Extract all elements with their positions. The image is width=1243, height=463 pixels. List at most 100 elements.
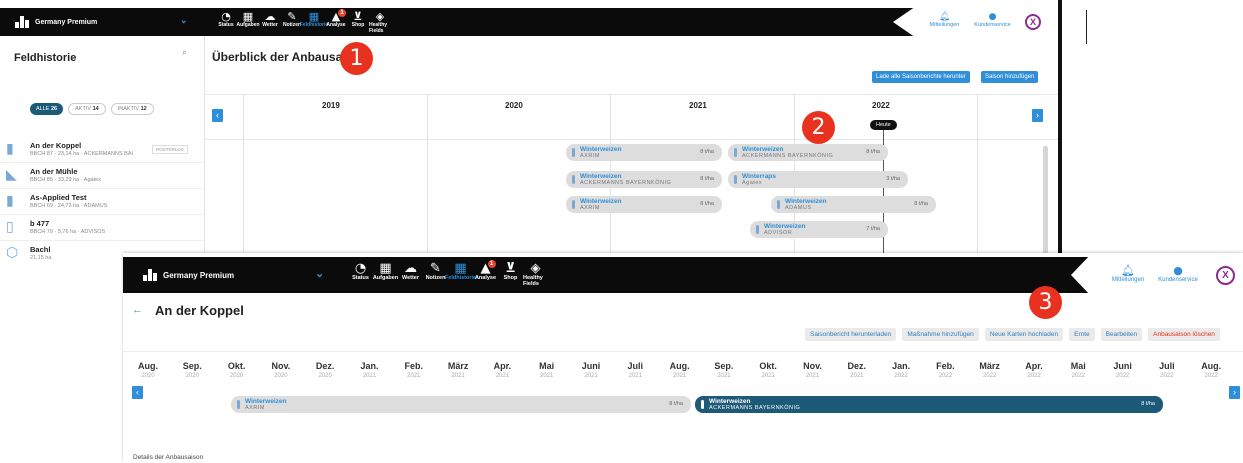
month-label: Aug. 2021: [658, 361, 702, 379]
customer-service-link[interactable]: ● Kundenservice: [970, 12, 1015, 28]
month-year: 2022: [1027, 373, 1041, 379]
month-year: 2021: [362, 373, 377, 379]
drop-icon: [572, 175, 575, 184]
calendar-icon: ▦: [242, 10, 254, 23]
filter-inactive[interactable]: INAKTIV 12: [110, 103, 154, 115]
month-label: Mai 2022: [1056, 361, 1100, 379]
season-pill[interactable]: Winterweizen ACKERMANNS BAYERNKÖNIG 8 t/ha: [728, 144, 888, 161]
month-name: Dez.: [847, 361, 867, 371]
field-list: ▮ An der Koppel BBCH 87 · 23,14 ha · ACKER…: [0, 137, 205, 262]
field-shape-icon: ▮: [6, 141, 14, 157]
details-heading: Details der Anbausaison: [133, 454, 204, 461]
season-yield: 3 t/ha: [886, 176, 900, 182]
notifications-link[interactable]: 🔔︎ Mitteilungen: [922, 12, 967, 28]
season-variety: AXRIM: [580, 205, 600, 211]
month-label: Apr. 2022: [1012, 361, 1056, 379]
nav-label: Healthy Fields: [369, 22, 388, 34]
nav-feldhistorie[interactable]: ▦ Feldhistorie: [300, 11, 328, 28]
season-crop: Winterweizen: [245, 398, 287, 405]
season-yield: 8 t/ha: [914, 201, 928, 207]
farm-switcher[interactable]: Germany Premium ⌄: [15, 15, 195, 28]
season-pill[interactable]: Winterweizen AXRIM 8 t/ha: [566, 144, 722, 161]
search-icon[interactable]: ⌕: [182, 48, 187, 58]
month-label: Juli 2022: [1145, 361, 1189, 379]
field-shape-icon: ◣: [6, 167, 17, 183]
filter-row: ALLE 26 AKTIV 14 INAKTIV 12: [30, 103, 154, 115]
month-name: Jan.: [360, 361, 379, 371]
season-variety: ADAMUS: [785, 205, 812, 211]
sidebar-title: Feldhistorie: [14, 52, 77, 64]
season-variety: AXRIM: [580, 153, 600, 159]
filter-all[interactable]: ALLE 26: [30, 103, 64, 115]
field-name: An der Mühle: [30, 167, 78, 176]
chevron-down-icon[interactable]: ⌄: [180, 15, 188, 26]
month-year: 2020: [141, 373, 155, 379]
nav-label: Wetter: [262, 22, 278, 28]
timeline-prev-button[interactable]: ‹: [132, 386, 143, 399]
field-list-item[interactable]: ▮ As-Applied Test BBCH 69 · 24,73 ha · ADA…: [0, 189, 205, 215]
month-year: 2022: [1160, 373, 1174, 379]
season-yield: 8 t/ha: [700, 201, 714, 207]
nav-healthy-fields[interactable]: ◈ Healthy Fields: [369, 11, 391, 34]
season-variety: ADVISOR: [764, 230, 793, 236]
drop-icon: [572, 200, 575, 209]
month-year: 2022: [983, 373, 997, 379]
gauge-icon: ◔: [221, 10, 231, 23]
month-label: Nov. 2021: [791, 361, 835, 379]
drop-icon: [237, 400, 240, 409]
nav-shop[interactable]: ⊻ Shop: [347, 11, 369, 28]
field-info: BBCH 69 · 24,73 ha · ADAMUS: [30, 203, 108, 209]
season-bar-current[interactable]: Winterweizen ACKERMANNS BAYERNKÖNIG 8 t/…: [695, 396, 1163, 413]
month-name: Aug.: [669, 361, 690, 371]
month-label: Jan. 2021: [348, 361, 392, 379]
month-year: 2020: [229, 373, 244, 379]
notification-badge: 1: [338, 9, 346, 17]
nav-aufgaben[interactable]: ▦ Aufgaben: [236, 10, 259, 28]
month-year: 2021: [584, 373, 598, 379]
month-name: Nov.: [271, 361, 291, 371]
month-label: Nov. 2020: [259, 361, 303, 379]
season-pill[interactable]: Winterraps Agatex 3 t/ha: [728, 171, 908, 188]
nav-analyse[interactable]: ▲ Analyse 1: [325, 9, 347, 28]
shield-icon: ◈: [375, 10, 385, 23]
month-label: März 2022: [968, 361, 1012, 379]
window-edge: [1058, 0, 1062, 262]
month-name: Aug.: [138, 361, 158, 371]
season-pill[interactable]: Winterweizen AXRIM 8 t/ha: [566, 196, 722, 213]
timeline-next-button[interactable]: ›: [1229, 386, 1240, 399]
month-name: Feb.: [936, 361, 955, 371]
season-crop: Winterweizen: [580, 173, 622, 180]
month-name: Sep.: [182, 361, 202, 371]
month-year: 2022: [1115, 373, 1130, 379]
nav-label: Notizen: [282, 22, 302, 28]
month-label: Feb. 2021: [392, 361, 436, 379]
month-name: Mai: [1070, 361, 1086, 371]
month-year: 2021: [672, 373, 687, 379]
nav-wetter[interactable]: ☁ Wetter: [259, 11, 281, 28]
month-label: Juli 2021: [613, 361, 657, 379]
field-list-item[interactable]: ◣ An der Mühle BBCH 85 · 33,29 ha · Agatex: [0, 163, 205, 189]
field-list-item[interactable]: ▮ An der Koppel BBCH 87 · 23,14 ha · ACKER…: [0, 137, 205, 163]
month-label: Mai 2021: [525, 361, 569, 379]
season-pills: Winterweizen AXRIM 8 t/ha Winterweizen ACKER…: [205, 36, 1062, 262]
month-year: 2021: [540, 373, 554, 379]
month-name: Apr.: [1025, 361, 1043, 371]
xarvio-logo-icon[interactable]: X: [1025, 14, 1041, 30]
season-yield: 8 t/ha: [866, 149, 880, 155]
step-marker-3: 3: [1029, 286, 1062, 319]
field-list-item[interactable]: ▯ b 477 BBCH 79 · 5,76 ha · ADVISOS: [0, 215, 205, 241]
field-info: 21,15 ha: [30, 255, 52, 261]
season-bar-past[interactable]: Winterweizen AXRIM 8 t/ha: [231, 396, 691, 413]
field-name: As-Applied Test: [30, 193, 87, 202]
season-pill[interactable]: Winterweizen ACKERMANNS BAYERNKÖNIG 8 t/ha: [566, 171, 722, 188]
month-year: 2020: [274, 373, 288, 379]
month-name: Okt.: [227, 361, 246, 371]
month-year: 2021: [850, 373, 864, 379]
season-pill[interactable]: Winterweizen ADVISOR 7 t/ha: [750, 221, 888, 238]
nav-status[interactable]: ◔ Status: [215, 11, 237, 28]
filter-active[interactable]: AKTIV 14: [68, 103, 106, 115]
month-name: Nov.: [803, 361, 822, 371]
month-year: 2021: [407, 373, 421, 379]
season-pill[interactable]: Winterweizen ADAMUS 8 t/ha: [771, 196, 936, 213]
season-variety: Agatex: [742, 180, 763, 186]
